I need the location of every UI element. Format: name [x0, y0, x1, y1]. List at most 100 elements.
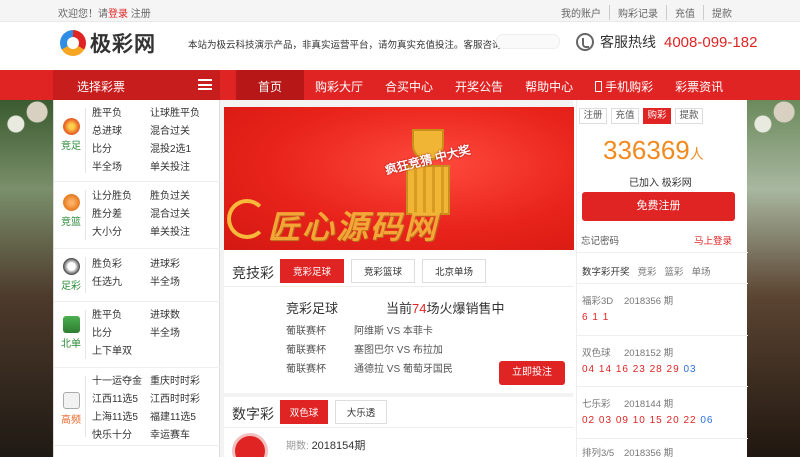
- watermark-text: 匠心源码网: [268, 209, 439, 245]
- match-vs: VS: [386, 326, 401, 337]
- purchase-record-link[interactable]: 购彩记录: [609, 5, 666, 20]
- tab-danchang-draws[interactable]: 单场: [692, 264, 711, 278]
- bet-now-button[interactable]: 立即投注: [499, 361, 565, 385]
- sidebar-link[interactable]: 胜负过关: [150, 189, 216, 204]
- beijing-single-icon: [62, 316, 80, 333]
- sidebar-link[interactable]: 快乐十分: [92, 428, 150, 443]
- game-name: 竞彩足球: [286, 301, 339, 316]
- free-register-button[interactable]: 免费注册: [582, 192, 735, 221]
- lottery-category-toggle[interactable]: 选择彩票: [53, 70, 220, 100]
- nav-news[interactable]: 彩票资讯: [664, 70, 734, 100]
- category-label: 选择彩票: [77, 80, 126, 94]
- sidebar-link[interactable]: 胜平负: [92, 106, 150, 121]
- nav-help[interactable]: 帮助中心: [514, 70, 584, 100]
- divider: [577, 386, 748, 387]
- sidebar-link[interactable]: 重庆时时彩: [150, 374, 218, 389]
- sidebar-link[interactable]: 进球数: [150, 308, 216, 323]
- match-row[interactable]: 葡联赛杯 塞图巴尔 VS 布拉加: [286, 341, 453, 360]
- tab-recharge[interactable]: 充值: [611, 108, 639, 124]
- tab-dlt[interactable]: 大乐透: [335, 400, 387, 424]
- sidebar-link[interactable]: 让分胜负: [92, 189, 150, 204]
- nav-mobile[interactable]: 手机购彩: [584, 70, 664, 100]
- nav-lottery-hall[interactable]: 购彩大厅: [304, 70, 374, 100]
- consult-input[interactable]: [496, 34, 560, 49]
- joined-text: 已加入 极彩网: [629, 178, 692, 189]
- sidebar-link[interactable]: 大小分: [92, 225, 150, 240]
- sidebar-link[interactable]: 胜平负: [92, 308, 150, 323]
- match-list: 葡联赛杯 阿维斯 VS 本菲卡 葡联赛杯 塞图巴尔 VS 布拉加 葡联赛杯 通德拉 V…: [286, 322, 453, 379]
- sidebar-link[interactable]: 江西11选5: [92, 392, 150, 407]
- sidebar-link[interactable]: 福建11选5: [150, 410, 218, 425]
- sidebar-group-name: 高频: [61, 415, 81, 426]
- my-account-link[interactable]: 我的账户: [553, 5, 609, 20]
- match-home: 阿维斯: [354, 326, 384, 337]
- sidebar-link[interactable]: 混合过关: [150, 124, 216, 139]
- sidebar-group-name: 竞足: [61, 141, 81, 152]
- nav-home[interactable]: 首页: [236, 70, 305, 100]
- sidebar-group-jinglan: 竞篮 让分胜负 胜负过关 胜分差 混合过关 大小分 单关投注: [54, 182, 221, 249]
- sidebar-group-zucai: 足彩 胜负彩 进球彩 任选九 半全场: [54, 249, 221, 302]
- login-now-link[interactable]: 马上登录: [694, 233, 732, 247]
- tab-lancai-draws[interactable]: 篮彩: [665, 264, 684, 278]
- welcome-area: 欢迎您！请登录 注册: [58, 5, 151, 20]
- tab-beijing-single[interactable]: 北京单场: [422, 259, 486, 283]
- draw-row[interactable]: 排列3/5 2018356 期: [582, 445, 742, 457]
- draw-row[interactable]: 福彩3D 2018356 期 6 1 1: [582, 293, 742, 323]
- match-row[interactable]: 葡联赛杯 阿维斯 VS 本菲卡: [286, 322, 453, 341]
- divider: [85, 257, 86, 293]
- draw-row[interactable]: 双色球 2018152 期 04 14 16 23 28 29 03: [582, 345, 742, 375]
- register-link[interactable]: 注册: [131, 9, 151, 20]
- sidebar-link[interactable]: 上下单双: [92, 344, 150, 359]
- red-ball: 1: [592, 312, 599, 323]
- red-ball: 03: [598, 415, 613, 426]
- sidebar-link[interactable]: 混合过关: [150, 207, 216, 222]
- recharge-link[interactable]: 充值: [666, 5, 703, 20]
- issue-info: 期数: 2018154期: [286, 437, 365, 453]
- draw-row[interactable]: 七乐彩 2018144 期 02 03 09 10 15 20 22 06: [582, 396, 742, 426]
- login-link[interactable]: 登录: [108, 9, 128, 20]
- match-vs: VS: [396, 345, 411, 356]
- sidebar-link[interactable]: 半全场: [92, 160, 150, 175]
- account-links: 我的账户 购彩记录 充值 提款: [553, 5, 740, 20]
- tab-buy[interactable]: 购彩: [643, 108, 671, 124]
- tab-withdraw[interactable]: 提款: [675, 108, 703, 124]
- sidebar-link[interactable]: 幸运赛车: [150, 428, 218, 443]
- sidebar-link[interactable]: 总进球: [92, 124, 150, 139]
- tab-number-draws[interactable]: 数字彩开奖: [582, 264, 630, 278]
- sidebar-link[interactable]: 十一运夺金: [92, 374, 150, 389]
- red-ball: 04: [582, 364, 596, 375]
- sidebar-group-beidan: 北单 胜平负 进球数 比分 半全场 上下单双: [54, 302, 221, 368]
- nav-draw-results[interactable]: 开奖公告: [444, 70, 514, 100]
- nav-group-buy[interactable]: 合买中心: [374, 70, 444, 100]
- tab-register[interactable]: 注册: [579, 108, 607, 124]
- tab-jingcai-basketball[interactable]: 竞彩篮球: [351, 259, 415, 283]
- sidebar-link[interactable]: 上海11选5: [92, 410, 150, 425]
- forgot-password-link[interactable]: 忘记密码: [581, 233, 619, 247]
- sidebar-group-gaopin: 高频 十一运夺金 重庆时时彩 江西11选5 江西时时彩 上海11选5 福建11选5 快…: [54, 368, 221, 446]
- sidebar-link[interactable]: 单关投注: [150, 160, 216, 175]
- tab-jingcai-football[interactable]: 竞彩足球: [280, 259, 344, 283]
- sidebar-group-icon: 北单: [60, 316, 82, 350]
- sidebar-link[interactable]: 比分: [92, 326, 150, 341]
- red-ball: 09: [615, 415, 629, 426]
- tab-ssq[interactable]: 双色球: [280, 400, 328, 424]
- tab-jingcai-draws[interactable]: 竞彩: [638, 264, 657, 278]
- match-row[interactable]: 葡联赛杯 通德拉 VS 葡萄牙国民: [286, 360, 453, 379]
- red-ball: 29: [666, 364, 680, 375]
- sidebar-link[interactable]: 让球胜平负: [150, 106, 216, 121]
- sidebar-link[interactable]: 混投2选1: [150, 142, 216, 157]
- sidebar-link[interactable]: 任选九: [92, 275, 150, 290]
- sidebar-link[interactable]: 胜负彩: [92, 257, 150, 272]
- sidebar-link[interactable]: 半全场: [150, 326, 216, 341]
- promo-banner[interactable]: 疯狂竞猜 中大奖 匠心源码网: [224, 107, 574, 250]
- sidebar-link[interactable]: 进球彩: [150, 257, 216, 272]
- sidebar-link[interactable]: 比分: [92, 142, 150, 157]
- withdraw-link[interactable]: 提款: [703, 5, 740, 20]
- sidebar-link[interactable]: 半全场: [150, 275, 216, 290]
- member-count-number: 336369: [603, 135, 690, 165]
- sidebar-link[interactable]: 江西时时彩: [150, 392, 218, 407]
- sidebar-link[interactable]: 单关投注: [150, 225, 216, 240]
- site-logo[interactable]: 极彩网: [60, 28, 156, 58]
- sidebar-links: 胜负彩 进球彩 任选九 半全场: [92, 257, 216, 290]
- sidebar-link[interactable]: 胜分差: [92, 207, 150, 222]
